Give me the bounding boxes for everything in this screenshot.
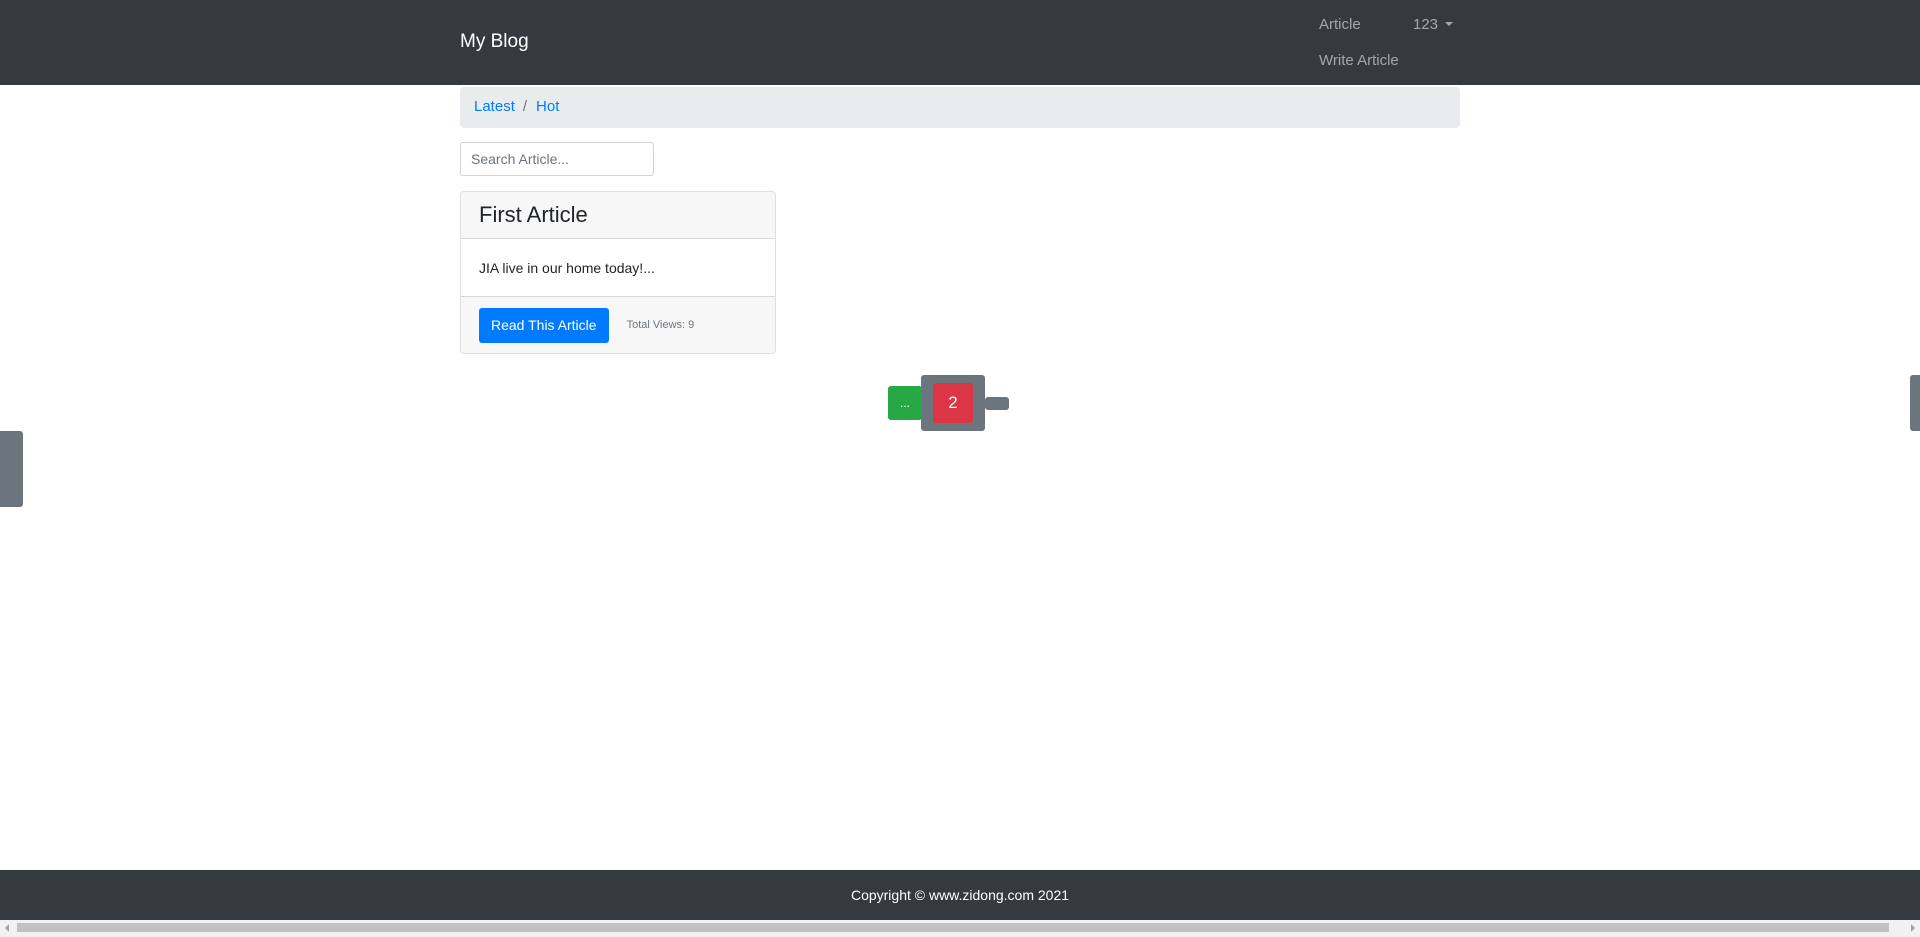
breadcrumb-latest-link[interactable]: Latest <box>474 98 515 115</box>
caret-down-icon <box>1445 22 1454 26</box>
breadcrumb: Latest / Hot <box>460 87 1460 128</box>
article-card-body: JIA live in our home today!... <box>461 239 775 296</box>
left-side-handle[interactable] <box>0 431 23 507</box>
breadcrumb-hot-link[interactable]: Hot <box>536 98 559 115</box>
right-side-handle[interactable] <box>1910 375 1920 431</box>
nav-article-link[interactable]: Article <box>1319 16 1361 33</box>
pagination-next-button[interactable] <box>985 397 1009 410</box>
search-input[interactable] <box>460 142 654 176</box>
scroll-left-arrow-icon[interactable] <box>5 924 9 932</box>
pagination-current-page[interactable]: 2 <box>933 383 973 423</box>
article-card-header: First Article <box>461 192 775 239</box>
brand-link[interactable]: My Blog <box>460 31 529 53</box>
breadcrumb-separator: / <box>522 98 528 115</box>
page-footer: Copyright © www.zidong.com 2021 <box>0 870 1920 920</box>
nav-write-article-link[interactable]: Write Article <box>1319 52 1399 69</box>
user-name-label: 123 <box>1413 16 1439 33</box>
article-title: First Article <box>479 202 588 227</box>
scroll-right-arrow-icon[interactable] <box>1911 924 1915 932</box>
pagination-prev-button[interactable]: ... <box>888 386 922 420</box>
copyright-text: Copyright © www.zidong.com 2021 <box>850 887 1070 903</box>
article-excerpt: JIA live in our home today!... <box>479 260 655 276</box>
top-navbar: My Blog Article 123 Write Article <box>0 0 1920 85</box>
total-views-label: Total Views: 9 <box>626 319 695 331</box>
horizontal-scrollbar[interactable] <box>0 920 1920 937</box>
read-article-button[interactable]: Read This Article <box>479 307 609 343</box>
article-card: First Article JIA live in our home today… <box>460 191 776 354</box>
user-dropdown-toggle[interactable]: 123 <box>1413 16 1454 33</box>
scrollbar-thumb[interactable] <box>17 923 1889 932</box>
article-card-footer: Read This Article Total Views: 9 <box>461 296 775 353</box>
